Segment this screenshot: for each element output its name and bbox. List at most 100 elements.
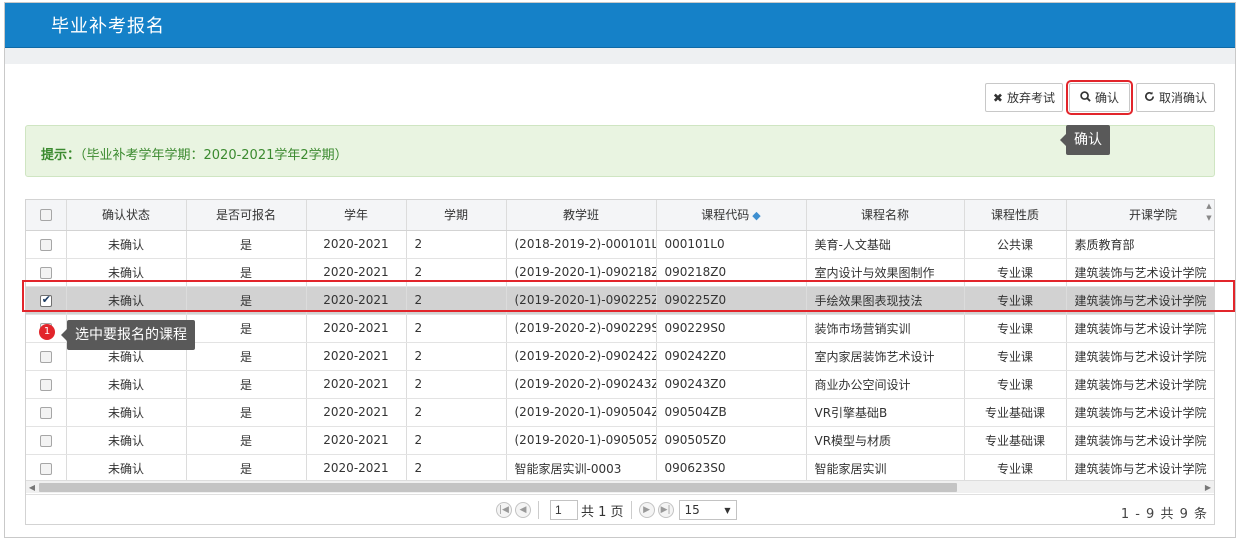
college-cell: 建筑装饰与艺术设计学院 bbox=[1066, 426, 1214, 455]
nature-cell: 公共课 bbox=[964, 230, 1067, 259]
page-title: 毕业补考报名 bbox=[51, 16, 165, 37]
horizontal-scrollbar[interactable]: ◀ ▶ bbox=[26, 480, 1214, 493]
available-cell: 是 bbox=[186, 230, 307, 259]
status-cell: 未确认 bbox=[66, 454, 187, 483]
select-all-checkbox[interactable] bbox=[39, 209, 52, 222]
table-row[interactable]: 未确认是 2020-2021 2 (2019-2020-2)-090242Z0 0902… bbox=[26, 342, 1214, 371]
row-checkbox[interactable] bbox=[39, 406, 52, 419]
year-cell: 2020-2021 bbox=[306, 370, 407, 399]
year-cell: 2020-2021 bbox=[306, 342, 407, 371]
table-row[interactable]: 未确认是 2020-2021 2 (2019-2020-2)-090243Z0 0902… bbox=[26, 370, 1214, 399]
prev-page-icon[interactable]: ◀ bbox=[515, 502, 531, 518]
row-checkbox[interactable] bbox=[39, 378, 52, 391]
term-cell: 2 bbox=[406, 370, 507, 399]
col-header-available[interactable]: 是否可报名 bbox=[186, 200, 307, 231]
scrollbar-thumb[interactable] bbox=[39, 483, 957, 492]
row-select-cell[interactable] bbox=[26, 454, 67, 483]
first-page-icon[interactable]: |◀ bbox=[496, 502, 512, 518]
pager-divider bbox=[630, 501, 632, 519]
col-header-course-code[interactable]: 课程代码 ◆ bbox=[656, 200, 807, 231]
row-select-cell[interactable] bbox=[26, 342, 67, 371]
col-header-college[interactable]: 开课学院 bbox=[1066, 200, 1214, 231]
term-cell: 2 bbox=[406, 230, 507, 259]
row-select-cell[interactable] bbox=[26, 286, 67, 315]
confirm-label: 确认 bbox=[1094, 91, 1119, 105]
row-select-cell[interactable] bbox=[26, 370, 67, 399]
available-cell: 是 bbox=[186, 370, 307, 399]
vertical-scroll-arrows[interactable]: ▲ ▼ bbox=[1204, 200, 1214, 230]
available-cell: 是 bbox=[186, 286, 307, 315]
year-cell: 2020-2021 bbox=[306, 454, 407, 483]
status-cell: 未确认 bbox=[66, 426, 187, 455]
scroll-left-icon[interactable]: ◀ bbox=[26, 481, 38, 494]
page-size-select[interactable]: 15 ▼ bbox=[678, 500, 737, 520]
available-cell: 是 bbox=[186, 454, 307, 483]
select-all-cell[interactable] bbox=[26, 200, 67, 231]
pagination-bar: |◀ ◀ 共 1 页 ▶ ▶| 15 ▼ 1 - 9 共 9 条 bbox=[26, 494, 1214, 524]
row-checkbox[interactable] bbox=[39, 266, 52, 279]
row-checkbox[interactable] bbox=[39, 462, 52, 475]
course-name-cell: VR模型与材质 bbox=[806, 426, 965, 455]
available-cell: 是 bbox=[186, 426, 307, 455]
col-header-nature[interactable]: 课程性质 bbox=[964, 200, 1067, 231]
available-cell: 是 bbox=[186, 258, 307, 287]
course-code-cell: 090243Z0 bbox=[656, 370, 807, 399]
table-row[interactable]: 未确认是 2020-2021 2 (2019-2020-1)-090504ZB 0905… bbox=[26, 398, 1214, 427]
row-checkbox[interactable] bbox=[39, 350, 52, 363]
col-header-year[interactable]: 学年 bbox=[306, 200, 407, 231]
cancel-confirm-button[interactable]: 取消确认 bbox=[1135, 83, 1215, 112]
page-number-input[interactable] bbox=[550, 500, 578, 520]
col-header-class[interactable]: 教学班 bbox=[506, 200, 657, 231]
course-code-cell: 090218Z0 bbox=[656, 258, 807, 287]
table-row[interactable]: 未确认是2020-20212(2019-2020-2)-090229S00902… bbox=[26, 314, 1214, 343]
course-name-cell: 美育-人文基础 bbox=[806, 230, 965, 259]
row-select-cell[interactable] bbox=[26, 230, 67, 259]
row-checkbox[interactable] bbox=[39, 238, 52, 251]
table-row[interactable]: 未确认是 2020-2021 2 (2019-2020-1)-090505Z0 0905… bbox=[26, 426, 1214, 455]
course-name-cell: 手绘效果图表现技法 bbox=[806, 286, 965, 315]
nature-cell: 专业基础课 bbox=[964, 426, 1067, 455]
sort-icon[interactable]: ◆ bbox=[752, 209, 760, 222]
table-row[interactable]: 未确认是 2020-2021 2 智能家居实训-0003 090623S0 智能家居实训专… bbox=[26, 454, 1214, 483]
last-page-icon[interactable]: ▶| bbox=[657, 502, 674, 518]
year-cell: 2020-2021 bbox=[306, 286, 407, 315]
row-select-cell[interactable] bbox=[26, 426, 67, 455]
status-cell: 未确认 bbox=[66, 370, 187, 399]
term-cell: 2 bbox=[406, 258, 507, 287]
term-cell: 2 bbox=[406, 286, 507, 315]
table-row[interactable]: 未确认是 2020-2021 2 (2018-2019-2)-000101L0 0001… bbox=[26, 230, 1214, 259]
table-row[interactable]: 未确认是 2020-2021 2 (2019-2020-1)-090218Z0 0902… bbox=[26, 258, 1214, 287]
col-header-term[interactable]: 学期 bbox=[406, 200, 507, 231]
next-page-icon[interactable]: ▶ bbox=[638, 502, 655, 518]
chevron-down-icon: ▼ bbox=[724, 505, 731, 515]
table-row[interactable]: 未确认是2020-20212(2019-2020-1)-090225Z00902… bbox=[26, 286, 1214, 315]
course-name-cell: 商业办公空间设计 bbox=[806, 370, 965, 399]
table-header-row: 确认状态 是否可报名 学年 学期 教学班 课程代码 ◆ 课程名称 课程性质 开课学… bbox=[26, 200, 1214, 231]
abandon-exam-button[interactable]: ✖ 放弃考试 bbox=[984, 83, 1063, 112]
scroll-right-icon[interactable]: ▶ bbox=[1202, 481, 1214, 494]
status-cell: 未确认 bbox=[66, 230, 187, 259]
class-cell: (2019-2020-1)-090504ZB bbox=[506, 398, 657, 427]
nature-cell: 专业课 bbox=[964, 314, 1067, 343]
row-checkbox[interactable] bbox=[39, 434, 52, 447]
close-icon: ✖ bbox=[992, 90, 1003, 105]
course-name-cell: 装饰市场营销实训 bbox=[806, 314, 965, 343]
step1-callout: 选中要报名的课程 bbox=[61, 320, 195, 350]
tip-term: （毕业补考学年学期：2020-2021学年2学期） bbox=[80, 148, 348, 163]
app-frame: 毕业补考报名 ✖ 放弃考试 确认 取消确认 2 确认 提示：（毕业补考学年学期：… bbox=[4, 2, 1236, 538]
term-cell: 2 bbox=[406, 426, 507, 455]
class-cell: (2019-2020-2)-090229S0 bbox=[506, 314, 657, 343]
row-select-cell[interactable] bbox=[26, 398, 67, 427]
page-header: 毕业补考报名 bbox=[5, 3, 1235, 48]
confirm-button[interactable]: 确认 bbox=[1065, 80, 1133, 115]
header-strip bbox=[5, 48, 1235, 64]
step1-badge: 1 bbox=[39, 324, 55, 340]
col-header-course-name[interactable]: 课程名称 bbox=[806, 200, 965, 231]
col-header-status[interactable]: 确认状态 bbox=[66, 200, 187, 231]
row-checkbox[interactable] bbox=[39, 293, 52, 307]
status-cell: 未确认 bbox=[66, 258, 187, 287]
row-select-cell[interactable] bbox=[26, 258, 67, 287]
course-code-cell: 090225Z0 bbox=[656, 286, 807, 315]
class-cell: (2019-2020-1)-090225Z0 bbox=[506, 286, 657, 315]
college-cell: 建筑装饰与艺术设计学院 bbox=[1066, 314, 1214, 343]
